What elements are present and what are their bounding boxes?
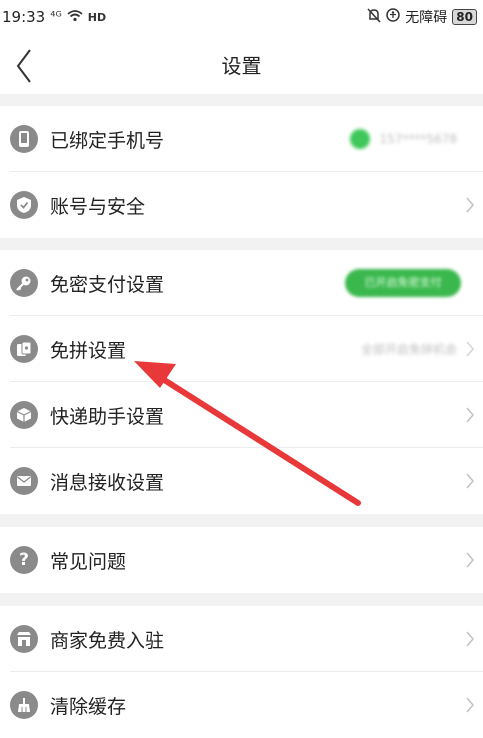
status-right: 无障碍 80 — [367, 7, 477, 27]
settings-group-preferences: 免密支付设置 已开启免密支付 免拼设置 全部开启免拼机会 快递助手设置 消息接收… — [0, 250, 483, 514]
chevron-right-icon — [466, 341, 475, 357]
chevron-left-icon — [16, 49, 31, 83]
row-password-free-payment[interactable]: 免密支付设置 已开启免密支付 — [0, 250, 483, 316]
status-time: 19:33 — [2, 8, 46, 26]
broom-icon — [10, 691, 38, 719]
cards-icon — [10, 335, 38, 363]
row-delivery-assistant[interactable]: 快递助手设置 — [0, 382, 483, 448]
row-message-receiving[interactable]: 消息接收设置 — [0, 448, 483, 514]
row-label: 消息接收设置 — [50, 471, 165, 494]
accessibility-icon — [386, 8, 401, 26]
question-icon: ? — [10, 546, 38, 574]
battery-indicator: 80 — [452, 9, 477, 25]
settings-group-help: ? 常见问题 — [0, 527, 483, 593]
row-label: 免密支付设置 — [50, 273, 165, 296]
hd-icon: HD — [87, 10, 107, 24]
payment-status-pill: 已开启免密支付 — [345, 269, 461, 297]
shield-icon — [10, 191, 38, 219]
chevron-right-icon — [466, 473, 475, 489]
row-clear-cache[interactable]: 清除缓存 — [0, 672, 483, 738]
chevron-right-icon — [466, 697, 475, 713]
row-label: 常见问题 — [50, 550, 127, 573]
phone-number-text: 157****5678 — [379, 132, 457, 146]
header: 设置 — [0, 34, 483, 94]
chevron-right-icon — [466, 631, 475, 647]
page-title: 设置 — [221, 53, 262, 78]
chevron-right-icon — [466, 407, 475, 423]
chevron-right-icon — [466, 552, 475, 568]
signal-icon: ⁴ᴳ — [50, 9, 62, 25]
wifi-icon — [67, 9, 83, 26]
row-group-buy-free[interactable]: 免拼设置 全部开启免拼机会 — [0, 316, 483, 382]
accessibility-label: 无障碍 — [405, 10, 448, 26]
status-bar: 19:33 ⁴ᴳ HD 无障碍 80 — [0, 0, 483, 34]
package-icon — [10, 401, 38, 429]
status-left: 19:33 ⁴ᴳ HD — [2, 8, 106, 26]
row-label: 账号与安全 — [50, 195, 146, 218]
envelope-icon — [10, 467, 38, 495]
row-label: 已绑定手机号 — [50, 129, 165, 152]
row-account-security[interactable]: 账号与安全 — [0, 172, 483, 238]
row-label: 免拼设置 — [50, 339, 127, 362]
bound-phone-value: 157****5678 — [349, 129, 457, 149]
key-icon — [10, 269, 38, 297]
row-label: 商家免费入驻 — [50, 629, 165, 652]
phone-status-dot — [349, 129, 370, 149]
row-bound-phone[interactable]: 已绑定手机号 157****5678 — [0, 106, 483, 172]
store-icon — [10, 625, 38, 653]
phone-icon — [10, 125, 38, 153]
settings-group-account: 已绑定手机号 157****5678 账号与安全 — [0, 106, 483, 238]
row-label: 快递助手设置 — [50, 405, 165, 428]
group-buy-value: 全部开启免拼机会 — [360, 342, 457, 357]
row-faq[interactable]: ? 常见问题 — [0, 527, 483, 593]
chevron-right-icon — [466, 197, 475, 213]
back-button[interactable] — [8, 42, 48, 86]
row-label: 清除缓存 — [50, 695, 127, 718]
row-merchant-join[interactable]: 商家免费入驻 — [0, 606, 483, 672]
bell-muted-icon — [367, 7, 381, 27]
settings-group-other: 商家免费入驻 清除缓存 — [0, 606, 483, 738]
